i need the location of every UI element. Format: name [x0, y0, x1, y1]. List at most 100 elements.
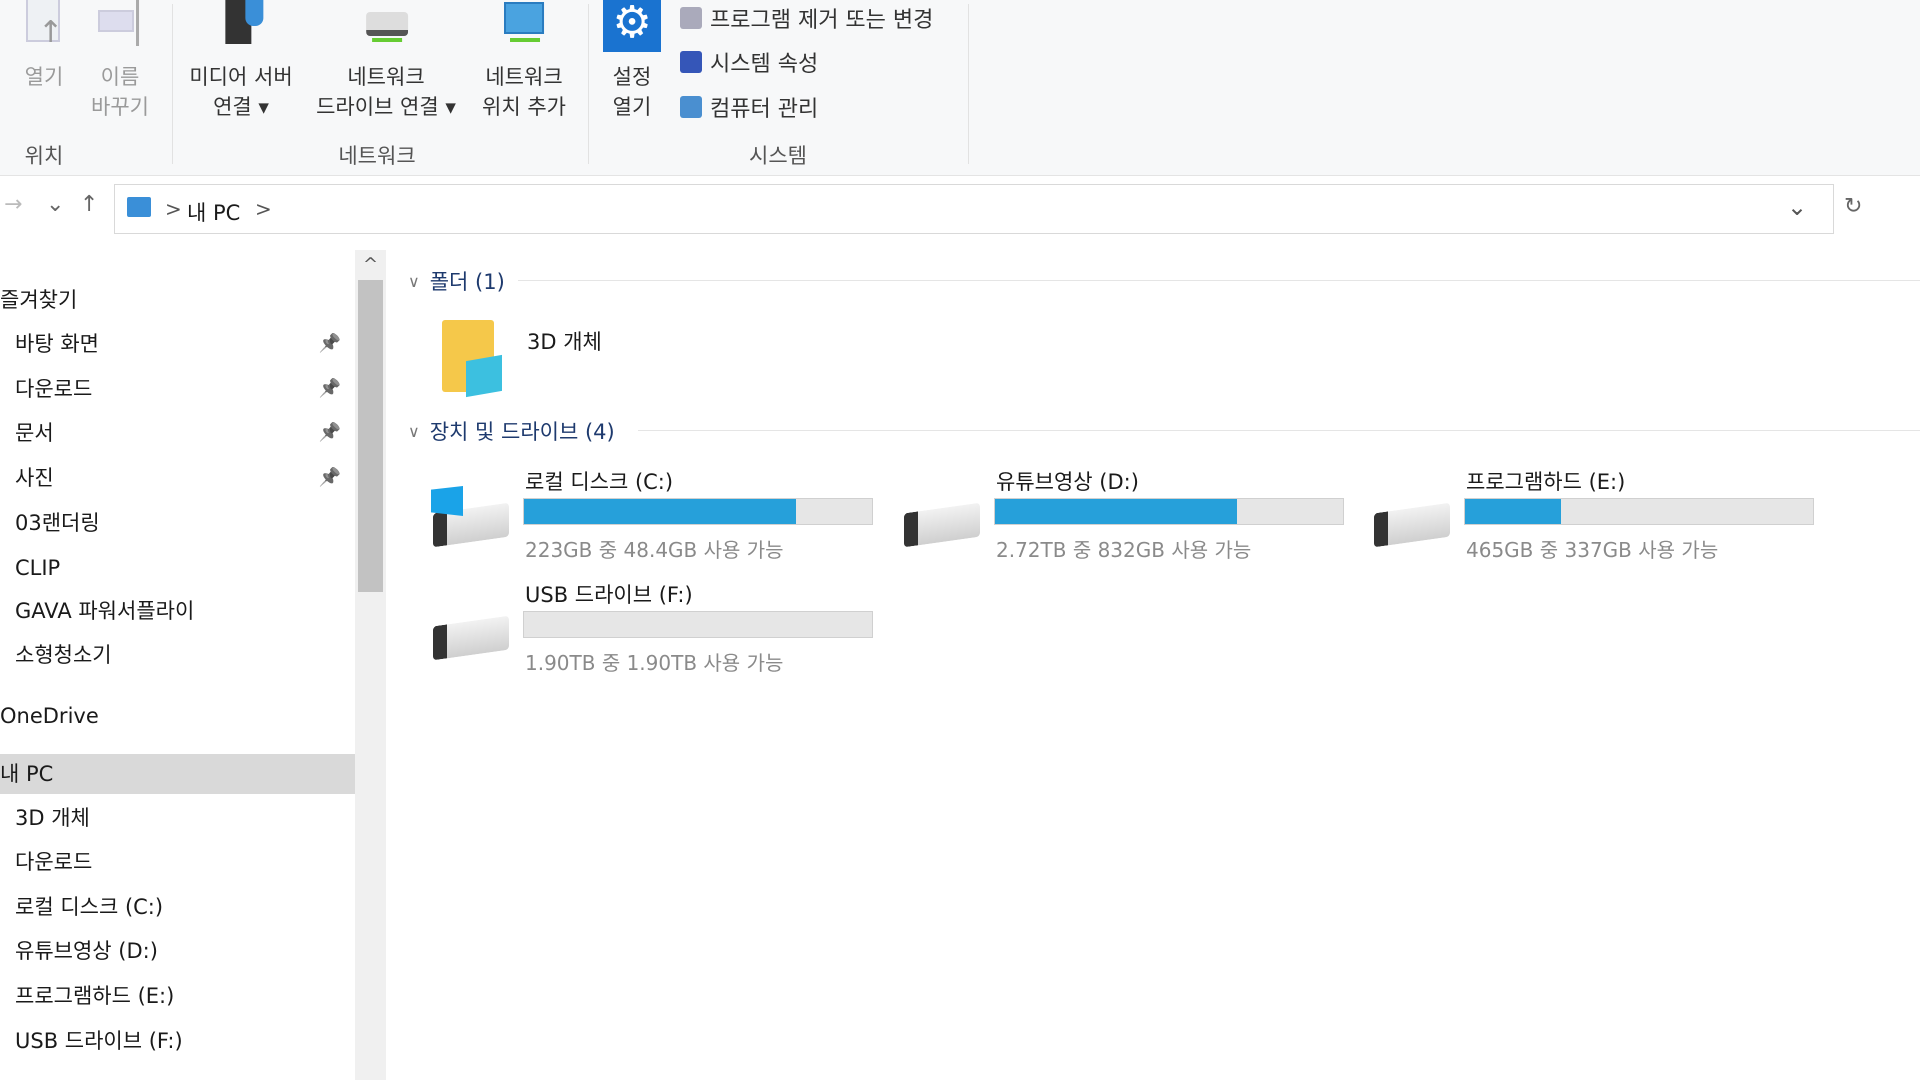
nav-item[interactable]: 문서 📌: [0, 413, 355, 453]
nav-item-label: 03랜더링: [15, 511, 100, 535]
nav-item[interactable]: 03랜더링: [0, 503, 355, 543]
up-button[interactable]: ↑: [80, 192, 98, 217]
nav-item-label: 프로그램하드 (E:): [15, 984, 175, 1008]
refresh-button[interactable]: ↻: [1844, 194, 1862, 219]
nav-item[interactable]: 다운로드: [0, 842, 355, 882]
add-network-location-button[interactable]: 네트워크 위치 추가: [482, 0, 566, 122]
drive-icon: [431, 599, 509, 661]
nav-item-label: GAVA 파워서플라이: [15, 599, 195, 623]
nav-item[interactable]: 사진 📌: [0, 458, 355, 498]
rename-button[interactable]: 이름 바꾸기: [91, 0, 149, 122]
drive-usage-bar: [1464, 498, 1814, 525]
nav-item-label: 로컬 디스크 (C:): [15, 895, 164, 919]
pin-icon[interactable]: 📌: [319, 413, 341, 453]
group-label-location: 위치: [24, 144, 64, 168]
map-network-drive-button[interactable]: 네트워크 드라이브 연결 ▾: [316, 0, 456, 122]
system-properties-icon: [680, 51, 702, 73]
nav-item[interactable]: 다운로드 📌: [0, 369, 355, 409]
nav-item[interactable]: 바탕 화면 📌: [0, 324, 355, 364]
drive-name: 프로그램하드 (E:): [1466, 470, 1626, 494]
address-dropdown-button[interactable]: ⌄: [1787, 193, 1807, 221]
drive-tile[interactable]: 로컬 디스크 (C:) 223GB 중 48.4GB 사용 가능: [431, 466, 901, 566]
drive-space-info: 223GB 중 48.4GB 사용 가능: [525, 538, 784, 562]
drive-space-info: 1.90TB 중 1.90TB 사용 가능: [525, 651, 784, 675]
open-settings-button[interactable]: ⚙ 설정 열기: [603, 0, 661, 122]
drives-section-header[interactable]: ∨ 장치 및 드라이브 (4): [408, 416, 1920, 446]
nav-item-label: 사진: [15, 466, 54, 490]
pin-icon[interactable]: 📌: [319, 458, 341, 498]
open-file-icon: ↑: [18, 0, 70, 48]
drive-usage-fill: [524, 499, 797, 524]
nav-item-label: 즐겨찾기: [0, 288, 78, 312]
drive-space-info: 2.72TB 중 832GB 사용 가능: [996, 538, 1252, 562]
address-row: → ⌄ ↑ > 내 PC > ⌄ ↻: [0, 180, 1920, 240]
drive-usage-fill: [995, 499, 1237, 524]
breadcrumb-my-pc[interactable]: 내 PC: [187, 197, 240, 227]
nav-scrollbar[interactable]: ^: [355, 250, 386, 1080]
drive-icon: [1372, 486, 1450, 548]
nav-item[interactable]: 3D 개체: [0, 798, 355, 838]
nav-item[interactable]: 내 PC: [0, 754, 355, 794]
nav-item-label: USB 드라이브 (F:): [15, 1029, 183, 1053]
nav-item-label: 내 PC: [0, 762, 54, 786]
nav-item-label: 다운로드: [15, 850, 93, 874]
drive-usage-bar: [523, 611, 873, 638]
pin-icon[interactable]: 📌: [319, 324, 341, 364]
breadcrumb-separator[interactable]: >: [255, 197, 272, 221]
drive-space-info: 465GB 중 337GB 사용 가능: [1466, 538, 1719, 562]
nav-item-label: 소형청소기: [15, 643, 112, 667]
nav-item-label: 바탕 화면: [15, 332, 99, 356]
chevron-down-icon: ∨: [408, 271, 420, 291]
drive-name: 유튜브영상 (D:): [996, 470, 1139, 494]
uninstall-program-button[interactable]: 프로그램 제거 또는 변경: [680, 2, 933, 34]
drive-tile[interactable]: 유튜브영상 (D:) 2.72TB 중 832GB 사용 가능: [902, 466, 1372, 566]
navigation-pane: 즐겨찾기바탕 화면 📌 다운로드 📌 문서 📌 사진 📌 03랜더링 CLIP GAVA 파워서플라…: [0, 250, 355, 1080]
media-server-button[interactable]: 미디어 서버 연결 ▾: [189, 0, 293, 122]
uninstall-icon: [680, 7, 702, 29]
address-bar[interactable]: > 내 PC > ⌄: [114, 184, 1834, 234]
rename-icon: [94, 0, 146, 48]
pc-icon: [127, 197, 151, 217]
drive-tile[interactable]: 프로그램하드 (E:) 465GB 중 337GB 사용 가능: [1372, 466, 1842, 566]
scroll-up-button[interactable]: ^: [363, 254, 378, 275]
computer-management-button[interactable]: 컴퓨터 관리: [680, 91, 818, 123]
nav-item-label: 유튜브영상 (D:): [15, 939, 158, 963]
drive-tile[interactable]: USB 드라이브 (F:) 1.90TB 중 1.90TB 사용 가능: [431, 579, 901, 679]
network-drive-icon: [360, 0, 412, 48]
group-label-network: 네트워크: [338, 144, 416, 168]
nav-item[interactable]: 소형청소기: [0, 635, 355, 675]
drive-usage-bar: [523, 498, 873, 525]
chevron-down-icon: ∨: [408, 421, 420, 441]
scrollbar-thumb[interactable]: [358, 280, 383, 592]
nav-item[interactable]: 즐겨찾기: [0, 280, 355, 320]
nav-item[interactable]: OneDrive: [0, 696, 355, 736]
nav-item[interactable]: GAVA 파워서플라이: [0, 591, 355, 631]
open-button[interactable]: ↑ 열기: [18, 0, 70, 92]
nav-item-label: CLIP: [15, 556, 61, 580]
drive-usage-fill: [1465, 499, 1561, 524]
forward-button[interactable]: →: [4, 192, 22, 217]
pin-icon[interactable]: 📌: [319, 369, 341, 409]
drive-usage-bar: [994, 498, 1344, 525]
nav-item[interactable]: USB 드라이브 (F:): [0, 1021, 355, 1061]
nav-item[interactable]: 로컬 디스크 (C:): [0, 887, 355, 927]
nav-item-label: 3D 개체: [15, 806, 90, 830]
nav-item-label: 다운로드: [15, 377, 93, 401]
nav-item[interactable]: 프로그램하드 (E:): [0, 976, 355, 1016]
drive-icon: [902, 486, 980, 548]
folder-3d-objects[interactable]: 3D 개체: [440, 318, 740, 400]
ribbon: ↑ 열기 이름 바꾸기 미디어 서버 연결 ▾ 네트워크 드라이브 연결 ▾ 네…: [0, 0, 1920, 176]
settings-gear-icon: ⚙: [603, 0, 661, 52]
nav-item[interactable]: CLIP: [0, 548, 355, 588]
recent-locations-button[interactable]: ⌄: [46, 192, 64, 217]
system-properties-button[interactable]: 시스템 속성: [680, 46, 818, 78]
media-server-icon: [215, 0, 267, 48]
drive-name: 로컬 디스크 (C:): [525, 470, 674, 494]
drive-name: USB 드라이브 (F:): [525, 583, 693, 607]
network-location-icon: [498, 0, 550, 48]
breadcrumb-separator[interactable]: >: [165, 197, 182, 221]
group-label-system: 시스템: [749, 144, 807, 168]
folders-section-header[interactable]: ∨ 폴더 (1): [408, 266, 1920, 296]
nav-item[interactable]: 유튜브영상 (D:): [0, 931, 355, 971]
nav-item-label: 문서: [15, 421, 54, 445]
